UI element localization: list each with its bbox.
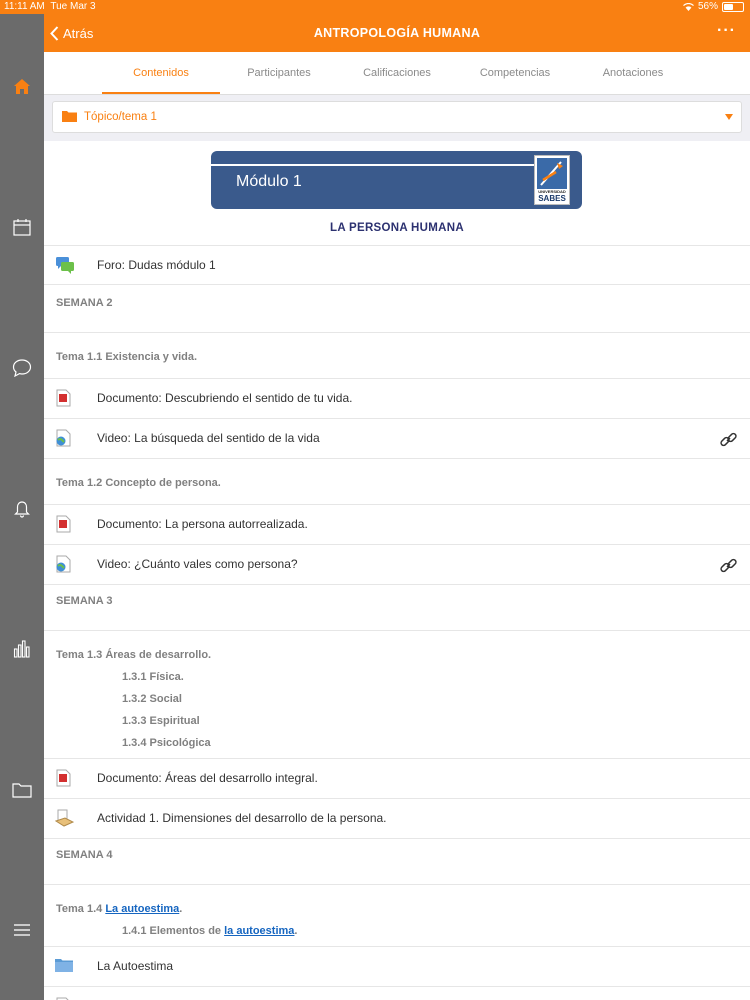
logo-mark-icon xyxy=(540,161,563,186)
activity-title: Video: La búsqueda del sentido de la vid… xyxy=(97,431,320,445)
activity-folder[interactable]: La Autoestima xyxy=(44,946,750,987)
subtopic-link[interactable]: la autoestima xyxy=(224,925,294,937)
sidebar-item-notifications[interactable] xyxy=(8,495,36,523)
section-title: SEMANA 4 xyxy=(56,849,113,861)
section-header: SEMANA 2 xyxy=(44,284,750,333)
pdf-icon xyxy=(56,389,71,407)
battery-icon xyxy=(722,1,744,12)
messages-icon xyxy=(12,359,32,377)
bell-icon xyxy=(14,501,30,518)
section-label: Tema 1.2 Concepto de persona. xyxy=(44,458,750,505)
url-resource-icon xyxy=(56,555,71,573)
section-title: SEMANA 3 xyxy=(56,595,113,607)
sidebar-item-calendar[interactable] xyxy=(8,213,36,241)
sabes-logo: UNIVERSIDAD SABES xyxy=(534,155,570,205)
activity-partial[interactable] xyxy=(44,986,750,1000)
calendar-icon xyxy=(13,219,31,236)
section-label: Tema 1.4 La autoestima. 1.4.1 Elementos … xyxy=(44,884,750,947)
topic-title: Tema 1.1 Existencia y vida. xyxy=(56,351,198,363)
home-icon xyxy=(14,78,30,94)
forum-icon xyxy=(56,257,74,274)
url-resource-icon xyxy=(56,429,71,447)
tab-participantes[interactable]: Participantes xyxy=(220,52,338,94)
status-time-date: 11:11 AM Tue Mar 3 xyxy=(4,1,96,12)
pdf-icon xyxy=(56,769,71,787)
status-bar: 11:11 AM Tue Mar 3 56% xyxy=(0,0,750,14)
folder-icon xyxy=(55,959,73,972)
activity-document[interactable]: Documento: Áreas del desarrollo integral… xyxy=(44,758,750,799)
top-nav-bar: ANTROPOLOGÍA HUMANA Atrás ··· xyxy=(44,14,750,52)
activity-assignment[interactable]: Actividad 1. Dimensiones del desarrollo … xyxy=(44,798,750,839)
tab-anotaciones[interactable]: Anotaciones xyxy=(574,52,692,94)
topic-selector-bar: Tópico/tema 1 xyxy=(44,95,750,141)
module-banner: Módulo 1 UNIVERSIDAD SABES xyxy=(211,151,582,209)
section-header: SEMANA 4 xyxy=(44,838,750,885)
back-button-label: Atrás xyxy=(63,25,94,41)
caret-down-icon xyxy=(725,114,733,120)
course-content: Módulo 1 UNIVERSIDAD SABES LA PERSONA HU… xyxy=(44,141,750,1000)
activity-title: Foro: Dudas módulo 1 xyxy=(97,258,216,272)
sidebar-item-messages[interactable] xyxy=(8,354,36,382)
tab-contenidos[interactable]: Contenidos xyxy=(102,52,220,94)
activity-title: Documento: La persona autorrealizada. xyxy=(97,517,308,531)
activity-title: La Autoestima xyxy=(97,959,174,973)
subtopic: 1.3.2 Social xyxy=(122,693,182,705)
module-heading: LA PERSONA HUMANA xyxy=(330,222,464,234)
activity-document[interactable]: Documento: Descubriendo el sentido de tu… xyxy=(44,378,750,419)
pdf-icon xyxy=(56,515,71,533)
section-header: SEMANA 3 xyxy=(44,584,750,631)
link-icon[interactable] xyxy=(719,430,738,449)
sidebar-item-home[interactable] xyxy=(8,72,36,100)
assignment-icon xyxy=(55,809,74,827)
more-options-button[interactable]: ··· xyxy=(717,14,736,52)
subtopic: 1.4.1 Elementos de la autoestima. xyxy=(122,925,298,937)
topic-title: Tema 1.2 Concepto de persona. xyxy=(56,477,221,489)
activity-video[interactable]: Video: La búsqueda del sentido de la vid… xyxy=(44,418,750,459)
section-label: Tema 1.1 Existencia y vida. xyxy=(44,332,750,379)
topic-selector-label: Tópico/tema 1 xyxy=(84,111,157,123)
sidebar xyxy=(0,14,44,1000)
logo-brand-text: SABES xyxy=(538,194,566,203)
topic-title: Tema 1.4 La autoestima. xyxy=(56,903,183,915)
subtopic: 1.3.4 Psicológica xyxy=(122,737,211,749)
section-label: Tema 1.3 Áreas de desarrollo. 1.3.1 Físi… xyxy=(44,630,750,759)
menu-icon xyxy=(14,924,30,936)
sidebar-item-menu[interactable] xyxy=(8,916,36,944)
tab-competencias[interactable]: Competencias xyxy=(456,52,574,94)
chevron-left-icon xyxy=(50,25,59,41)
subtopic: 1.3.1 Física. xyxy=(122,671,184,683)
grades-icon xyxy=(13,640,30,658)
battery-percent: 56% xyxy=(697,1,718,12)
link-icon[interactable] xyxy=(719,556,738,575)
activity-document[interactable]: Documento: La persona autorrealizada. xyxy=(44,504,750,545)
subtopic: 1.3.3 Espiritual xyxy=(122,715,200,727)
topic-selector[interactable]: Tópico/tema 1 xyxy=(52,101,742,133)
section-title: SEMANA 2 xyxy=(56,297,113,309)
page-title: ANTROPOLOGÍA HUMANA xyxy=(313,26,481,40)
activity-title: Documento: Descubriendo el sentido de tu… xyxy=(97,391,353,405)
folder-icon xyxy=(12,783,32,798)
wifi-icon xyxy=(683,2,694,11)
tab-calificaciones[interactable]: Calificaciones xyxy=(338,52,456,94)
back-button[interactable]: Atrás xyxy=(50,14,93,52)
topic-title: Tema 1.3 Áreas de desarrollo. xyxy=(56,649,212,661)
activity-video[interactable]: Video: ¿Cuánto vales como persona? xyxy=(44,544,750,585)
module-banner-title: Módulo 1 xyxy=(236,173,302,190)
topic-link[interactable]: La autoestima xyxy=(105,903,179,915)
activity-title: Actividad 1. Dimensiones del desarrollo … xyxy=(97,811,387,825)
activity-title: Documento: Áreas del desarrollo integral… xyxy=(97,771,318,785)
sidebar-item-files[interactable] xyxy=(8,776,36,804)
activity-forum[interactable]: Foro: Dudas módulo 1 xyxy=(44,245,750,286)
activity-title: Video: ¿Cuánto vales como persona? xyxy=(97,557,298,571)
folder-icon xyxy=(62,111,77,122)
course-tabs: Contenidos Participantes Calificaciones … xyxy=(44,52,750,95)
sidebar-item-grades[interactable] xyxy=(8,635,36,663)
